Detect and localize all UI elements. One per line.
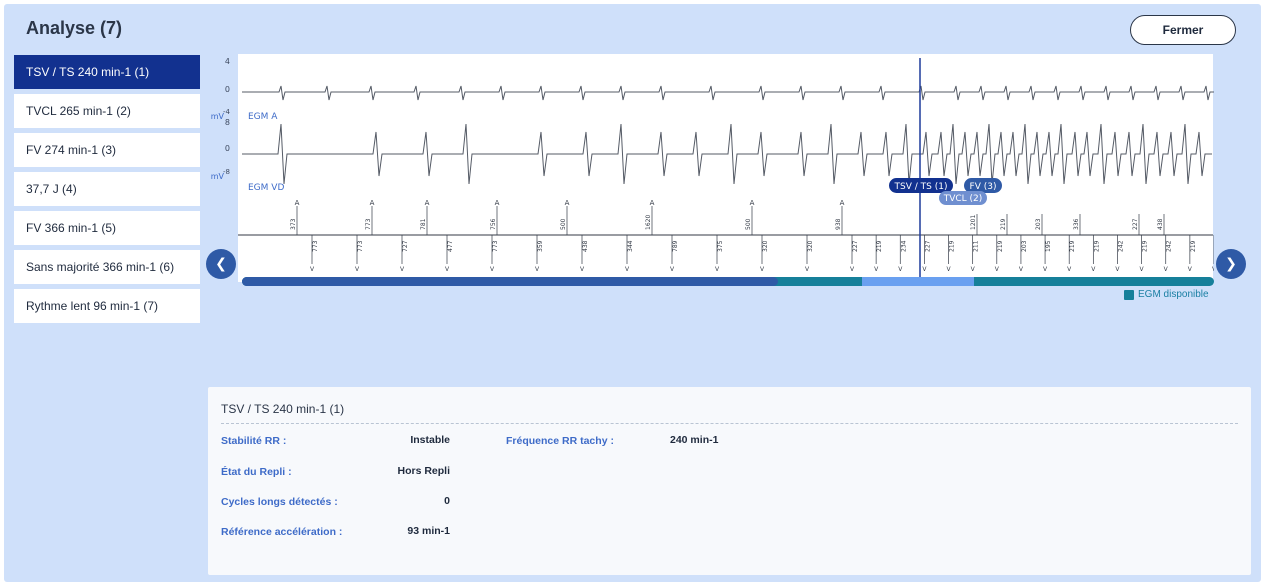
marker-number-v: 727 bbox=[402, 240, 409, 252]
details-divider bbox=[221, 423, 1238, 424]
marker-number-a: 773 bbox=[365, 218, 372, 230]
marker-number-v: 234 bbox=[900, 240, 907, 252]
marker-number-v: 242 bbox=[1166, 240, 1173, 252]
axis-tick-a-bottom: -4 bbox=[223, 108, 231, 116]
close-button[interactable]: Fermer bbox=[1130, 15, 1236, 45]
marker-number-v: 344 bbox=[627, 240, 634, 252]
marker-number-v: 203 bbox=[1021, 240, 1028, 252]
marker-number-v: 438 bbox=[582, 240, 589, 252]
marker-number-a-late: 1201 bbox=[970, 215, 977, 230]
marker-number-v: 227 bbox=[924, 240, 931, 252]
chevron-left-icon: ❮ bbox=[215, 256, 227, 272]
marker-letter-a: A bbox=[840, 199, 845, 207]
page-title: Analyse (7) bbox=[26, 18, 123, 38]
marker-number-a-late: 438 bbox=[1157, 218, 1164, 230]
previous-button[interactable]: ❮ bbox=[206, 249, 236, 279]
marker-number-v: 219 bbox=[1190, 240, 1197, 252]
marker-pill-tsv-label: TSV / TS (1) bbox=[894, 182, 948, 192]
marker-number-a-late: 227 bbox=[1132, 218, 1139, 230]
axis-unit-vd: mV bbox=[211, 172, 225, 181]
marker-number-a: 756 bbox=[490, 218, 497, 230]
marker-number-v: 773 bbox=[492, 240, 499, 252]
marker-number-a: 938 bbox=[835, 218, 842, 230]
axis-tick-vd-bottom: -8 bbox=[223, 168, 230, 176]
next-button[interactable]: ❯ bbox=[1216, 249, 1246, 279]
episode-item[interactable]: TSV / TS 240 min-1 (1) bbox=[14, 55, 200, 89]
timeline-segment-dark bbox=[242, 277, 778, 286]
marker-number-v: 227 bbox=[852, 240, 859, 252]
timeline-viewport-highlight[interactable] bbox=[862, 277, 974, 286]
marker-number-v: 320 bbox=[807, 240, 814, 252]
reference-label: Référence accélération : bbox=[221, 526, 343, 538]
marker-letter-a: A bbox=[565, 199, 570, 207]
episode-item[interactable]: TVCL 265 min-1 (2) bbox=[14, 94, 200, 128]
marker-number-v: 375 bbox=[717, 240, 724, 252]
cycles-label: Cycles longs détectés : bbox=[221, 496, 338, 508]
marker-number-v: 219 bbox=[997, 240, 1004, 252]
marker-number-v: 789 bbox=[672, 240, 679, 252]
stabilite-value: Instable bbox=[410, 434, 450, 446]
marker-letter-v: V bbox=[1212, 266, 1214, 273]
marker-number-v: 219 bbox=[1142, 240, 1149, 252]
reference-value: 93 min-1 bbox=[407, 525, 450, 537]
episode-item[interactable]: Rythme lent 96 min-1 (7) bbox=[14, 289, 200, 323]
episode-details-panel: TSV / TS 240 min-1 (1) Stabilité RR : In… bbox=[208, 387, 1251, 575]
marker-number-v: 211 bbox=[973, 240, 980, 252]
etat-label: État du Repli : bbox=[221, 466, 292, 478]
frequence-label: Fréquence RR tachy : bbox=[506, 435, 614, 447]
marker-number-a: 500 bbox=[560, 218, 567, 230]
marker-number-v: 320 bbox=[762, 240, 769, 252]
stabilite-label: Stabilité RR : bbox=[221, 435, 287, 447]
marker-number-v: 219 bbox=[949, 240, 956, 252]
marker-letter-a: A bbox=[295, 199, 300, 207]
marker-number-v: 219 bbox=[1069, 240, 1076, 252]
marker-letter-a: A bbox=[370, 199, 375, 207]
marker-letter-a: A bbox=[750, 199, 755, 207]
egm-legend: EGM disponible bbox=[1124, 289, 1209, 300]
episode-item[interactable]: FV 274 min-1 (3) bbox=[14, 133, 200, 167]
marker-letter-a: A bbox=[650, 199, 655, 207]
marker-number-v: 477 bbox=[447, 240, 454, 252]
episode-item[interactable]: 37,7 J (4) bbox=[14, 172, 200, 206]
marker-number-v: 219 bbox=[876, 240, 883, 252]
episode-item[interactable]: FV 366 min-1 (5) bbox=[14, 211, 200, 245]
analysis-window: Analyse (7) Fermer TSV / TS 240 min-1 (1… bbox=[4, 4, 1261, 582]
axis-tick-vd-top: 8 bbox=[225, 118, 230, 127]
frequence-value: 240 min-1 bbox=[670, 434, 719, 446]
episode-item[interactable]: Sans majorité 366 min-1 (6) bbox=[14, 250, 200, 284]
etat-value: Hors Repli bbox=[397, 465, 450, 477]
marker-number-a: 500 bbox=[745, 218, 752, 230]
marker-number-a: 781 bbox=[420, 218, 427, 230]
marker-number-v: 242 bbox=[1117, 240, 1124, 252]
marker-number-v: 359 bbox=[537, 240, 544, 252]
cycles-value: 0 bbox=[444, 495, 450, 507]
details-title: TSV / TS 240 min-1 (1) bbox=[221, 402, 345, 416]
marker-number-v: 195 bbox=[1045, 240, 1052, 252]
marker-number-v: 219 bbox=[1093, 240, 1100, 252]
marker-number-v: 773 bbox=[312, 240, 319, 252]
channel-label-vd: EGM VD bbox=[248, 183, 284, 193]
episode-list: TSV / TS 240 min-1 (1) TVCL 265 min-1 (2)… bbox=[14, 55, 200, 328]
marker-number-a: 1620 bbox=[645, 215, 652, 230]
marker-number-a-late: 203 bbox=[1035, 218, 1042, 230]
marker-number-v: 773 bbox=[357, 240, 364, 252]
marker-pill-fv-label: FV (3) bbox=[970, 182, 997, 192]
marker-pill-tvcl-label: TVCL (2) bbox=[943, 194, 983, 204]
egm-plot-area bbox=[238, 54, 1213, 282]
marker-letter-a: A bbox=[495, 199, 500, 207]
egm-viewer[interactable]: 4 0 -4 mV 8 0 -8 mV EGM A EGM VD A 373 A 77… bbox=[204, 54, 1214, 294]
axis-tick-vd-zero: 0 bbox=[225, 144, 230, 153]
axis-tick-a-zero: 0 bbox=[225, 85, 230, 94]
marker-number-a: 373 bbox=[290, 218, 297, 230]
chevron-right-icon: ❯ bbox=[1225, 256, 1237, 272]
legend-label: EGM disponible bbox=[1138, 289, 1209, 300]
axis-tick-a-top: 4 bbox=[225, 57, 230, 66]
channel-label-a: EGM A bbox=[248, 112, 278, 122]
marker-letter-a: A bbox=[425, 199, 430, 207]
axis-unit-a: mV bbox=[211, 112, 225, 121]
legend-swatch bbox=[1124, 289, 1134, 300]
marker-number-a-late: 219 bbox=[1000, 218, 1007, 230]
marker-number-a-late: 336 bbox=[1073, 218, 1080, 230]
